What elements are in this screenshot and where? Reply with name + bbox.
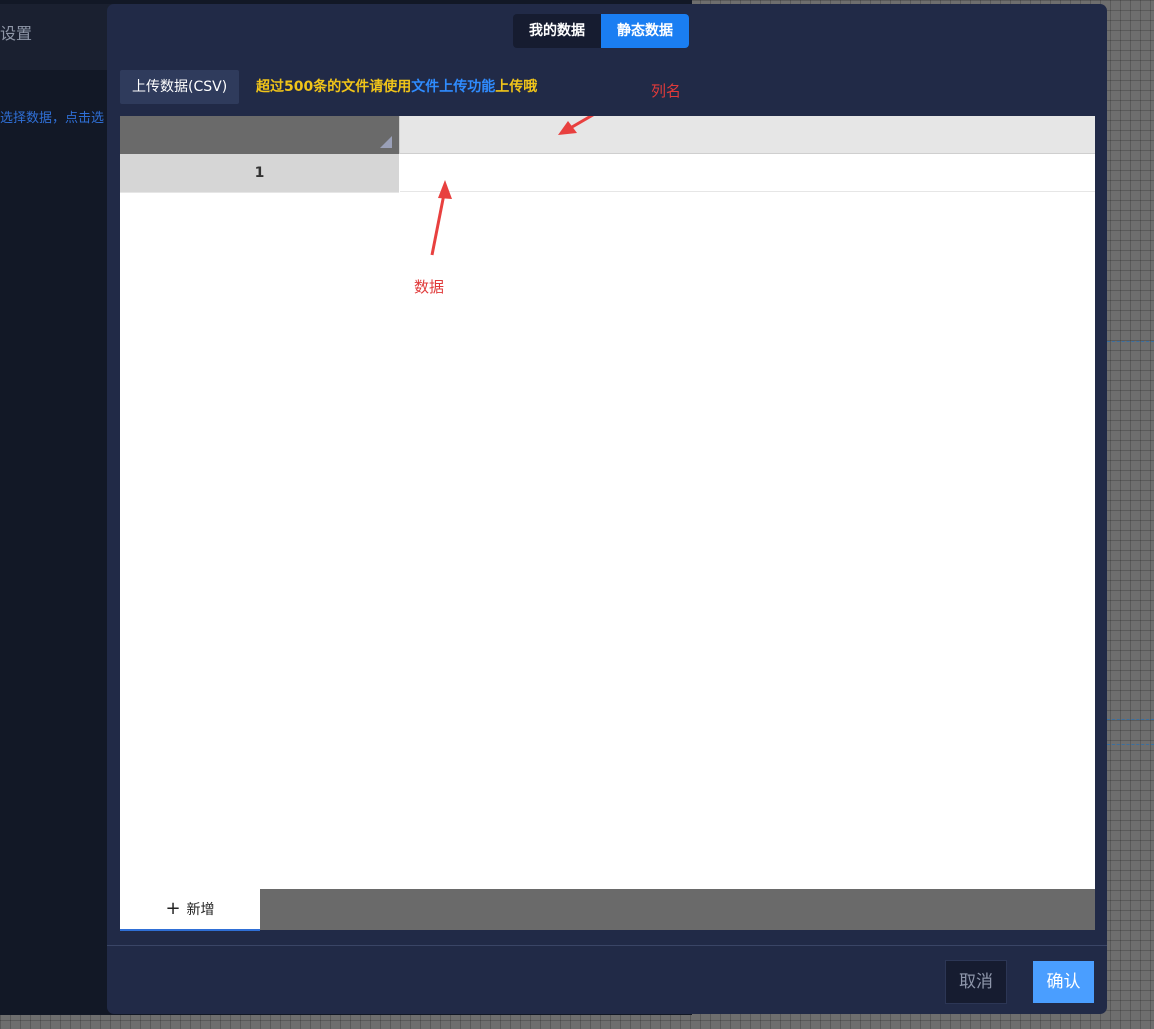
add-row-button[interactable]: + 新增 xyxy=(120,889,260,931)
data-source-tabs: 我的数据 静态数据 xyxy=(513,14,689,48)
tab-static-data[interactable]: 静态数据 xyxy=(601,14,689,48)
upload-tip-suffix: 上传哦 xyxy=(495,79,538,95)
annotation-column-name: 列名 xyxy=(651,82,682,100)
confirm-button[interactable]: 确认 xyxy=(1033,961,1094,1003)
column-header-cell[interactable] xyxy=(400,116,1095,154)
row-number-cell[interactable]: 1 xyxy=(120,154,399,193)
upload-csv-button[interactable]: 上传数据(CSV) xyxy=(120,70,240,104)
data-cell[interactable] xyxy=(400,154,1095,192)
select-all-triangle-icon xyxy=(380,136,392,148)
plus-icon: + xyxy=(165,898,181,919)
guide-line xyxy=(1107,341,1154,342)
data-arrow-shaft xyxy=(430,193,446,256)
guide-line xyxy=(1107,744,1154,745)
annotation-data: 数据 xyxy=(414,278,445,296)
grid-corner-cell[interactable] xyxy=(120,116,400,154)
add-row-label: 新增 xyxy=(186,902,215,918)
data-grid: 1 列名 数据 xyxy=(120,82,1095,930)
background-panel-hint: 选择数据，点击选 xyxy=(0,111,105,126)
tab-my-data[interactable]: 我的数据 xyxy=(513,14,601,48)
file-upload-link[interactable]: 文件上传功能 xyxy=(411,79,495,95)
footer-divider xyxy=(107,945,1107,946)
annotation-arrows xyxy=(430,116,595,256)
upload-tip: 超过500条的文件请使用文件上传功能上传哦 xyxy=(256,70,537,104)
background-panel-title: 设置 xyxy=(0,24,33,43)
cancel-button[interactable]: 取消 xyxy=(945,960,1007,1004)
grid-footer: + 新增 xyxy=(120,889,1095,931)
static-data-modal: 我的数据 静态数据 上传数据(CSV) 超过500条的文件请使用文件上传功能上传… xyxy=(107,4,1107,1014)
upload-tip-prefix: 超过500条的文件请使用 xyxy=(256,79,412,95)
guide-line xyxy=(1107,719,1154,720)
